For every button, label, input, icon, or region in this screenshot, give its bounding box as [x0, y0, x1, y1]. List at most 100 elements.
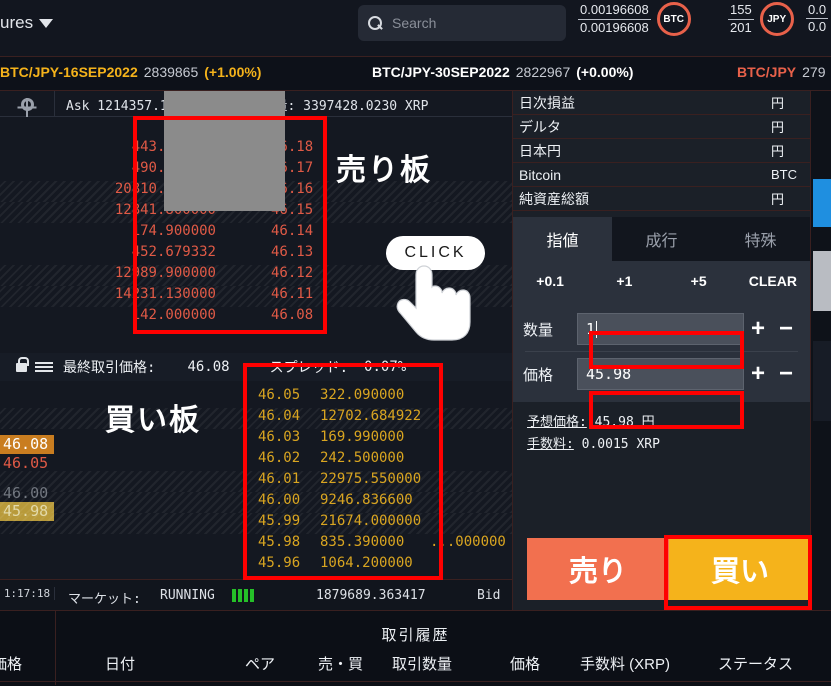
history-col-price[interactable]: 価格 — [510, 653, 540, 674]
fee-label: 手数料: — [527, 437, 574, 453]
quick-plus-five[interactable]: +5 — [662, 273, 736, 289]
bid-quantity: 21674.000000 — [320, 513, 422, 529]
tab-special-order[interactable]: 特殊 — [711, 217, 810, 261]
bid-quantity: 9246.836600 — [320, 492, 413, 508]
quantity-label: 数量 — [523, 321, 554, 339]
bid-price: 45.98 — [258, 534, 301, 550]
bid-row[interactable]: 46.03 169.990000 — [0, 429, 512, 450]
tab-limit-order[interactable]: 指値 — [513, 217, 612, 261]
account-row: Bitcoin BTC — [513, 163, 811, 187]
account-label: 日本円 — [519, 142, 561, 159]
ticker-third-num: 0.0 — [808, 2, 827, 17]
ticker-btc-den: 0.00196608 — [578, 18, 651, 35]
order-type-tabs: 指値 成行 特殊 — [513, 217, 810, 261]
spread-info-bar: 最終取引価格: 46.08 スプレッド: 0.07% — [0, 353, 512, 381]
ticker-jpy[interactable]: 155 201 JPY — [728, 2, 794, 36]
search-icon — [368, 15, 383, 31]
history-col-date[interactable]: 日付 — [105, 653, 135, 674]
quick-plus-one[interactable]: +1 — [587, 273, 661, 289]
status-volume: 1879689.363417 — [316, 588, 426, 603]
bid-row[interactable]: 46.00 9246.836600 — [0, 492, 512, 513]
bid-row[interactable]: 46.04 12702.684922 — [0, 408, 512, 429]
history-col-status[interactable]: ステータス — [718, 653, 793, 674]
status-side: Bid — [477, 588, 501, 603]
bid-price: 45.99 — [258, 513, 301, 529]
last-price-value: 46.08 — [187, 359, 230, 375]
tab-market-order[interactable]: 成行 — [612, 217, 711, 261]
bid-row[interactable]: 46.01 22975.550000 — [0, 471, 512, 492]
estimate-unit: 円 — [641, 415, 655, 430]
account-values-mask — [164, 91, 285, 211]
ask-price: 46.08 — [271, 307, 314, 323]
account-label: 純資産総額 — [519, 190, 589, 207]
account-label: Bitcoin — [519, 166, 562, 183]
quantity-value: 1 — [586, 320, 596, 338]
account-unit: 円 — [771, 120, 785, 135]
order-book-status-bar: 1:17:18 マーケット: RUNNING 1879689.363417 Bi… — [0, 579, 512, 610]
buy-button[interactable]: 買い — [669, 538, 811, 600]
quantity-field-row: 数量 1 + − — [513, 307, 810, 351]
bid-row[interactable]: 45.99 21674.000000 — [0, 513, 512, 534]
nav-menu-futures[interactable]: ures — [0, 13, 54, 33]
settings-button[interactable] — [0, 91, 55, 117]
account-row: 純資産総額 円 — [513, 187, 811, 211]
ask-price: 46.13 — [271, 244, 314, 260]
price-increment-button[interactable]: + — [744, 360, 772, 388]
ask-board-label: 売り板 — [336, 154, 432, 187]
history-col-quantity[interactable]: 取引数量 — [392, 653, 452, 674]
bid-board-label: 買い板 — [105, 404, 201, 437]
market-state: RUNNING — [160, 588, 215, 603]
bid-price: 45.96 — [258, 555, 301, 571]
trade-history-title: 取引履歴 — [381, 627, 450, 644]
quantity-increment-button[interactable]: + — [744, 315, 772, 343]
status-time: 1:17:18 — [0, 587, 55, 600]
history-col-pair[interactable]: ペア — [245, 653, 275, 674]
bid-row[interactable]: 45.96 1064.200000 — [0, 555, 512, 576]
bid-price: 46.04 — [258, 408, 301, 424]
price-field-row: 価格 45.98 + − — [513, 352, 810, 396]
instrument-bar: BTC/JPY-16SEP2022 2839865 (+1.00%) BTC/J… — [0, 57, 831, 91]
quick-plus-point-one[interactable]: +0.1 — [513, 273, 587, 289]
order-estimate: 予想価格: 45.98 円 手数料: 0.0015 XRP — [513, 402, 810, 456]
instrument-item-0[interactable]: BTC/JPY-16SEP2022 2839865 (+1.00%) — [0, 64, 261, 80]
ticker-third-partial[interactable]: 0.0 0.0 — [806, 2, 829, 36]
bid-row[interactable]: 46.02 242.500000 — [0, 450, 512, 471]
ticker-third-den: 0.0 — [806, 18, 829, 35]
text-caret — [596, 320, 598, 338]
lock-icon[interactable] — [16, 356, 29, 372]
quantity-decrement-button[interactable]: − — [772, 315, 800, 343]
history-col-side[interactable]: 売・買 — [318, 653, 363, 674]
bid-quantity: 242.500000 — [320, 450, 405, 466]
price-input[interactable]: 45.98 — [577, 358, 744, 390]
price-decrement-button[interactable]: − — [772, 360, 800, 388]
chevron-down-icon — [39, 18, 54, 28]
fee-unit: XRP — [636, 437, 660, 453]
instrument-symbol: BTC/JPY — [737, 64, 797, 80]
ask-quantity: 174.900000 — [131, 223, 216, 239]
instrument-item-1[interactable]: BTC/JPY-30SEP2022 2822967 (+0.00%) — [372, 64, 633, 80]
hamburger-icon[interactable] — [35, 362, 53, 372]
instrument-price: 2839865 — [143, 64, 199, 80]
bid-price: 46.05 — [258, 387, 301, 403]
bid-price: 46.02 — [258, 450, 301, 466]
quick-clear[interactable]: CLEAR — [736, 273, 810, 289]
instrument-item-2[interactable]: BTC/JPY 279 — [737, 64, 825, 80]
quantity-input[interactable]: 1 — [577, 313, 744, 345]
account-summary-table: 日次損益 円 デルタ 円 日本円 円 Bitcoin BTC 純資産総額 円 — [513, 91, 811, 211]
history-col-partial: 価格 — [0, 656, 23, 673]
ask-quantity: 452.679332 — [131, 244, 216, 260]
bid-price: 46.03 — [258, 429, 301, 445]
spread-label: スプレッド: — [269, 360, 349, 376]
order-fields: 数量 1 + − 価格 45.98 + − — [513, 301, 810, 402]
account-label: デルタ — [519, 118, 561, 135]
account-label: 日次損益 — [519, 94, 575, 111]
ticker-btc[interactable]: 0.00196608 0.00196608 BTC — [578, 2, 691, 36]
sell-button[interactable]: 売り — [527, 538, 669, 600]
spread-value: 0.07% — [364, 359, 407, 375]
top-navigation-bar: ures Search 0.00196608 0.00196608 BTC 15… — [0, 0, 831, 57]
bid-price: 46.01 — [258, 471, 301, 487]
fee-value: 0.0015 — [581, 437, 629, 453]
search-input[interactable]: Search — [358, 5, 566, 41]
history-col-fee[interactable]: 手数料 (XRP) — [580, 653, 670, 674]
bid-row[interactable]: 46.05 322.090000 — [0, 387, 512, 408]
